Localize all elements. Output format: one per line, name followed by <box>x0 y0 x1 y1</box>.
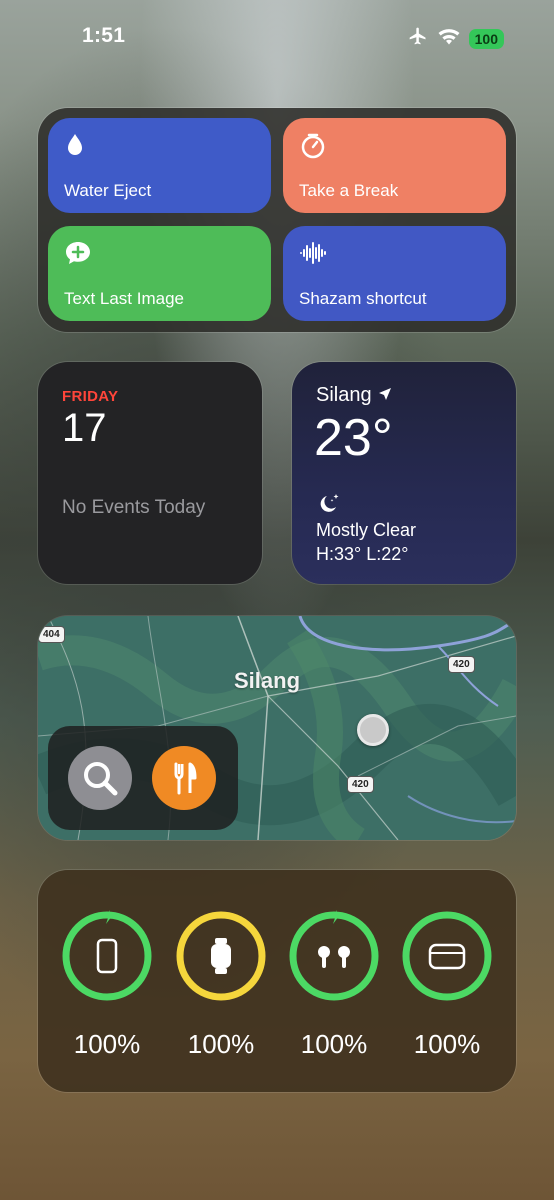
calendar-weekday: FRIDAY <box>62 388 119 405</box>
location-arrow-icon <box>378 384 392 407</box>
calendar-date: 17 <box>62 406 107 450</box>
calendar-widget[interactable]: FRIDAY 17 No Events Today <box>38 362 262 584</box>
shortcut-label: Shazam shortcut <box>299 289 427 308</box>
battery-ring <box>62 910 152 1001</box>
map-widget[interactable]: 404 420 420 Silang <box>38 616 516 840</box>
restaurants-button[interactable] <box>152 746 216 810</box>
wifi-icon <box>437 27 461 50</box>
shortcuts-widget: Water Eject Take a Break Text Last Image… <box>38 108 516 332</box>
battery-device-iphone: 100% <box>60 910 154 1060</box>
search-icon <box>84 762 118 796</box>
current-location-pin <box>357 714 389 746</box>
fork-knife-icon <box>174 762 197 795</box>
status-time: 1:51 <box>82 24 126 47</box>
moon-stars-icon <box>318 492 342 519</box>
road-label: 420 <box>347 776 374 793</box>
shortcut-label: Water Eject <box>64 181 152 200</box>
watch-icon <box>211 944 231 968</box>
weather-location-row: Silang <box>316 384 392 407</box>
shortcut-label: Text Last Image <box>64 289 185 308</box>
battery-device-airpods-case: 100% <box>400 910 494 1060</box>
battery-ring <box>289 910 379 1001</box>
message-plus-icon <box>64 240 92 271</box>
shortcut-shazam[interactable]: Shazam shortcut <box>283 226 506 321</box>
batteries-widget[interactable]: 100% 100% 100% 100% <box>38 870 516 1092</box>
weather-condition: Mostly Clear <box>316 520 417 540</box>
weather-high-low: H:33° L:22° <box>316 544 409 564</box>
timer-icon <box>299 132 327 165</box>
battery-device-watch: 100% <box>174 910 268 1060</box>
map-place-title: Silang <box>234 668 301 693</box>
search-button[interactable] <box>68 746 132 810</box>
shortcut-label: Take a Break <box>299 181 399 200</box>
battery-indicator: 100 <box>468 28 504 49</box>
weather-temperature: 23° <box>314 409 393 467</box>
water-drop-icon <box>64 132 86 163</box>
battery-ring <box>402 911 492 1001</box>
map-quick-actions <box>48 726 238 830</box>
battery-device-airpods: 100% <box>287 910 381 1060</box>
status-icons: 100 <box>407 26 504 51</box>
shortcut-water-eject[interactable]: Water Eject <box>48 118 271 213</box>
road-label: 404 <box>38 626 65 643</box>
battery-percent: 100% <box>300 1029 368 1059</box>
airpods-icon <box>318 946 350 968</box>
waveform-icon <box>299 240 329 271</box>
battery-percent: 100% <box>73 1029 141 1059</box>
calendar-events-text: No Events Today <box>62 497 206 518</box>
weather-location: Silang <box>316 384 372 406</box>
road-label: 420 <box>448 656 475 673</box>
airplane-icon <box>407 26 429 51</box>
battery-percent: 100% <box>413 1029 481 1059</box>
airpods-case-icon <box>428 943 466 970</box>
battery-ring <box>176 911 266 1001</box>
battery-percent: 100% <box>187 1029 255 1059</box>
shortcut-text-last-image[interactable]: Text Last Image <box>48 226 271 321</box>
weather-widget[interactable]: Silang 23° Mostly Clear H:33° L:22° <box>292 362 516 584</box>
shortcut-take-a-break[interactable]: Take a Break <box>283 118 506 213</box>
iphone-icon <box>96 938 118 974</box>
